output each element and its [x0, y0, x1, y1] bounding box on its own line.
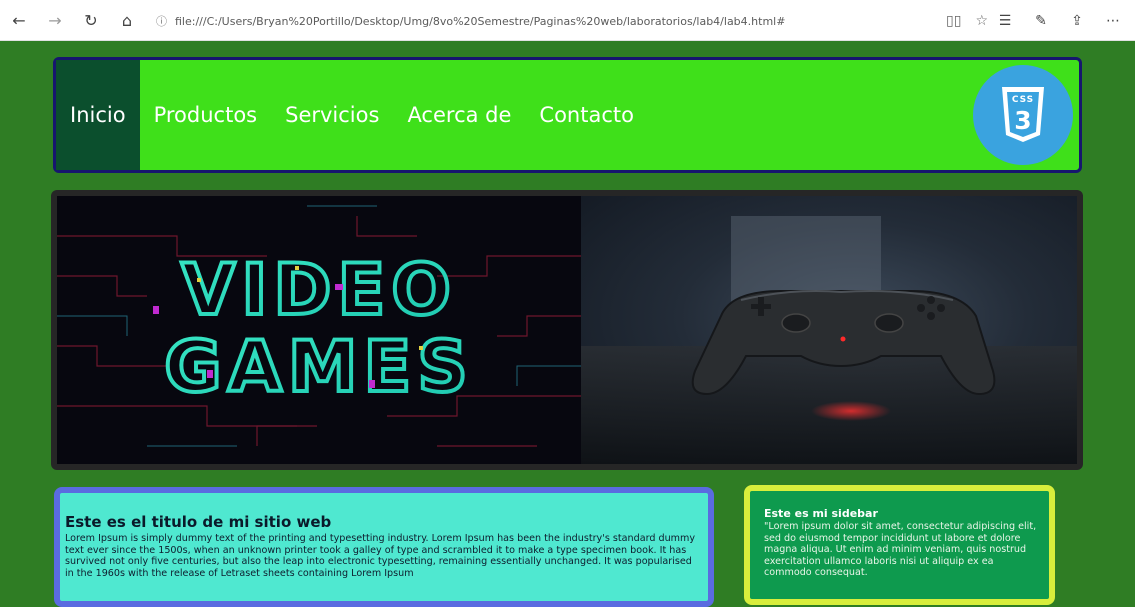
home-icon: ⌂ — [121, 10, 133, 30]
share-icon[interactable]: ⇪ — [1065, 7, 1089, 35]
games-text: GAMES — [164, 326, 474, 408]
url-text[interactable]: file:///C:/Users/Bryan%20Portillo/Deskto… — [175, 15, 785, 28]
favorites-hub-icon[interactable]: ☰ — [993, 7, 1017, 35]
nav-item-contacto[interactable]: Contacto — [525, 60, 648, 170]
arrow-left-icon: ← — [12, 10, 26, 30]
sidebar-title: Este es mi sidebar — [764, 507, 878, 520]
page-content: Inicio Productos Servicios Acerca de Con… — [0, 41, 1135, 607]
css3-logo: CSS 3 — [973, 65, 1073, 165]
game-controller-image — [581, 196, 1077, 464]
css3-logo-number: 3 — [1014, 106, 1031, 135]
video-text: VIDEO — [181, 249, 457, 331]
refresh-icon: ↻ — [84, 10, 98, 30]
main-paragraph: Lorem Ipsum is simply dummy text of the … — [65, 533, 696, 579]
nav-item-inicio[interactable]: Inicio — [56, 60, 140, 170]
nav-item-acerca-de[interactable]: Acerca de — [393, 60, 525, 170]
sidebar: Este es mi sidebar "Lorem ipsum dolor si… — [744, 485, 1055, 605]
nav-item-productos[interactable]: Productos — [140, 60, 272, 170]
browser-toolbar: ← → ↻ ⌂ ⓘ file:///C:/Users/Bryan%20Porti… — [0, 0, 1135, 41]
favorite-star-icon[interactable]: ☆ — [975, 13, 988, 29]
hero-banner: VIDEO GAMES — [51, 190, 1083, 470]
main-content: Este es el titulo de mi sitio web Lorem … — [54, 487, 714, 607]
more-icon[interactable]: ⋯ — [1101, 7, 1125, 35]
site-title: Este es el titulo de mi sitio web — [65, 513, 332, 531]
arrow-right-icon: → — [48, 10, 62, 30]
site-header: Inicio Productos Servicios Acerca de Con… — [53, 57, 1082, 173]
site-info-icon[interactable]: ⓘ — [156, 13, 167, 29]
refresh-button[interactable]: ↻ — [76, 5, 106, 35]
home-button[interactable]: ⌂ — [112, 5, 142, 35]
pen-icon[interactable]: ✎ — [1029, 7, 1053, 35]
css3-logo-label: CSS — [1012, 95, 1034, 105]
css3-shield-icon: CSS 3 — [1002, 87, 1044, 142]
back-button[interactable]: ← — [4, 5, 34, 35]
reading-view-icon[interactable]: ▯▯ — [946, 13, 961, 29]
main-nav: Inicio Productos Servicios Acerca de Con… — [56, 60, 648, 170]
sidebar-paragraph: "Lorem ipsum dolor sit amet, consectetur… — [764, 521, 1037, 578]
video-games-image: VIDEO GAMES — [57, 196, 581, 464]
nav-item-servicios[interactable]: Servicios — [271, 60, 393, 170]
address-bar[interactable]: ⓘ file:///C:/Users/Bryan%20Portillo/Desk… — [140, 7, 1006, 35]
forward-button[interactable]: → — [40, 5, 70, 35]
